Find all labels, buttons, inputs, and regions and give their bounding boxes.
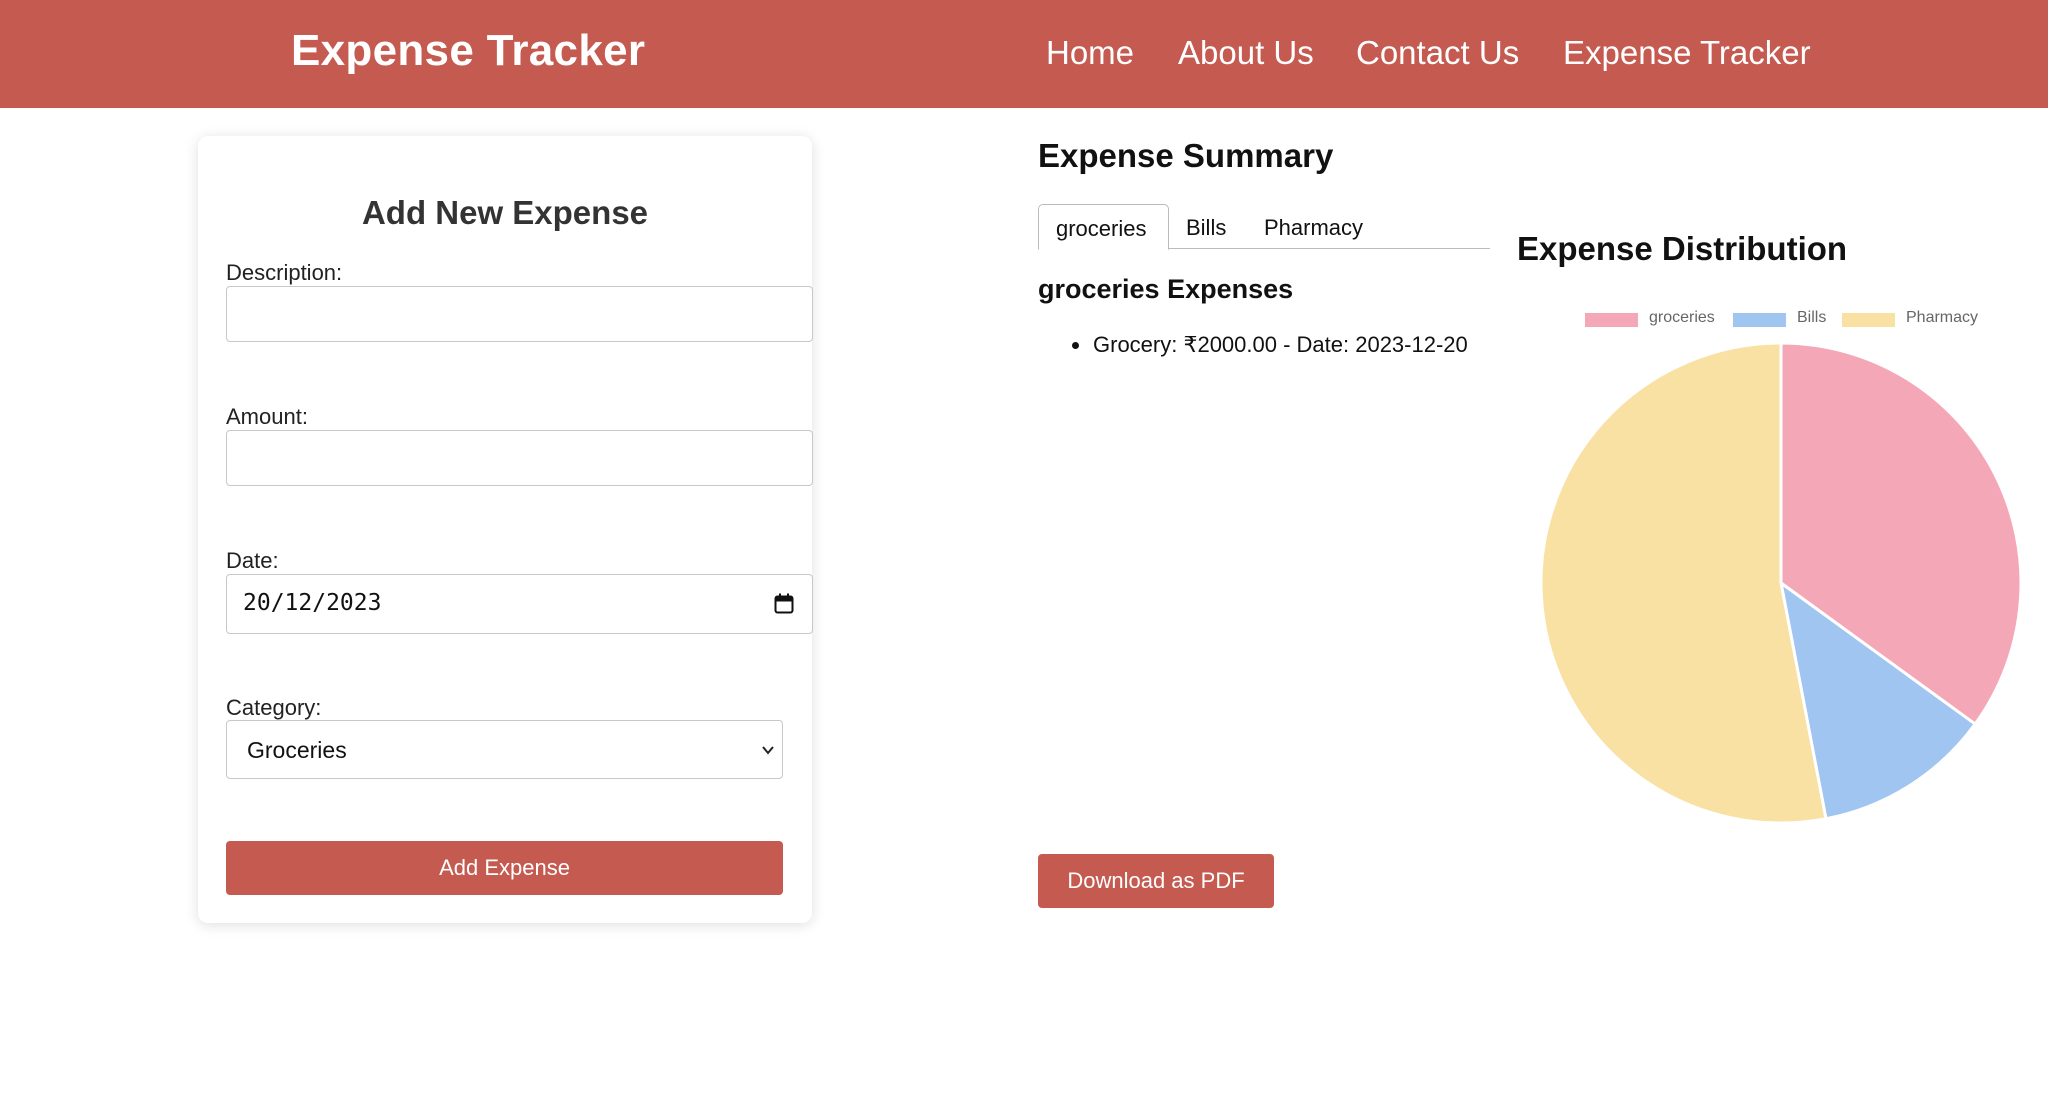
list-bullet <box>1072 342 1079 349</box>
pie-chart <box>1539 341 2023 825</box>
nav-link-contact-us[interactable]: Contact Us <box>1356 34 1519 72</box>
chevron-down-icon <box>762 746 774 755</box>
nav-link-about-us[interactable]: About Us <box>1178 34 1314 72</box>
description-input[interactable] <box>226 286 813 342</box>
summary-title: Expense Summary <box>1038 137 1334 174</box>
date-label: Date: <box>226 548 279 573</box>
category-select[interactable]: Groceries <box>226 720 783 779</box>
add-expense-button[interactable]: Add Expense <box>226 841 783 895</box>
legend-label-pharmacy: Pharmacy <box>1906 309 1979 326</box>
tab-bills[interactable]: Bills <box>1186 204 1226 249</box>
tab-groceries[interactable]: groceries <box>1038 204 1169 250</box>
distribution-title: Expense Distribution <box>1517 230 1848 267</box>
navbar: Expense Tracker Home About Us Contact Us… <box>0 0 2048 108</box>
nav-link-home[interactable]: Home <box>1046 34 1134 72</box>
brand-title[interactable]: Expense Tracker <box>291 26 645 76</box>
category-value: Groceries <box>247 737 347 763</box>
expenses-heading: groceries Expenses <box>1038 274 1294 304</box>
calendar-icon[interactable] <box>774 593 794 615</box>
amount-input[interactable] <box>226 430 813 486</box>
description-label: Description: <box>226 260 343 285</box>
date-value: 20/12/2023 <box>243 590 382 616</box>
list-item: Grocery: ₹2000.00 - Date: 2023-12-20 <box>1093 332 1468 357</box>
download-pdf-button[interactable]: Download as PDF <box>1038 854 1274 908</box>
form-title: Add New Expense <box>361 194 649 231</box>
legend-label-groceries: groceries <box>1649 309 1715 326</box>
legend-swatch-bills <box>1733 313 1786 327</box>
category-label: Category: <box>226 695 322 720</box>
category-tabs: groceries Bills Pharmacy <box>1038 204 1490 250</box>
add-expense-card: Add New Expense Description: Amount: Dat… <box>198 136 813 923</box>
date-input[interactable]: 20/12/2023 <box>226 574 813 634</box>
legend-swatch-pharmacy <box>1842 313 1895 327</box>
amount-label: Amount: <box>226 404 308 429</box>
legend-label-bills: Bills <box>1797 309 1827 326</box>
nav-link-expense-tracker[interactable]: Expense Tracker <box>1563 34 1811 72</box>
tab-pharmacy[interactable]: Pharmacy <box>1264 204 1363 249</box>
legend-swatch-groceries <box>1585 313 1638 327</box>
